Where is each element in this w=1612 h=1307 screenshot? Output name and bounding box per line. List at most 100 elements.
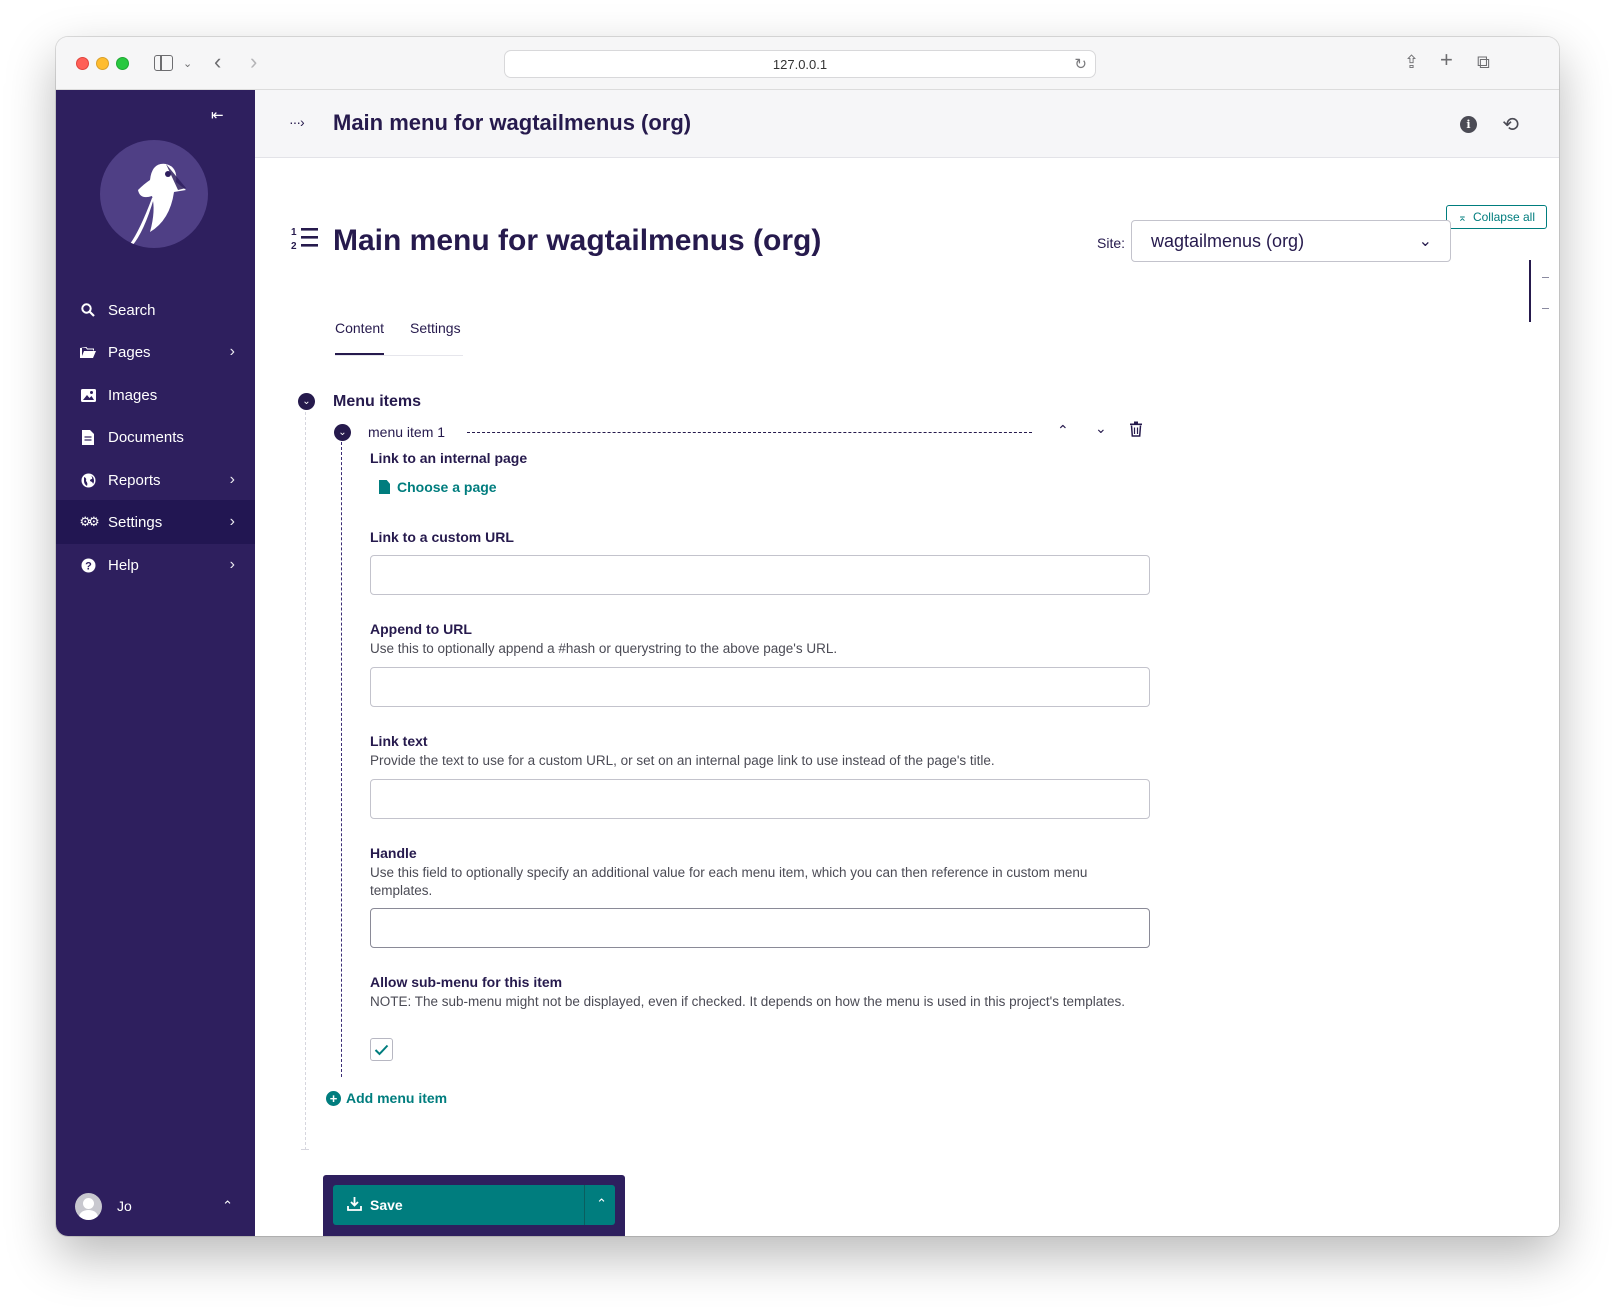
custom-url-input[interactable] (370, 555, 1150, 595)
sidebar-item-documents[interactable]: Documents (56, 415, 255, 459)
reload-icon[interactable]: ↻ (1074, 55, 1087, 73)
breadcrumb-toggle-icon[interactable]: ···› (289, 114, 305, 130)
chevron-right-icon: › (229, 343, 235, 360)
item-border (341, 442, 342, 1077)
link-text-help: Provide the text to use for a custom URL… (370, 753, 995, 768)
sidebar-item-label: Search (108, 301, 156, 319)
minimap-mark[interactable] (1542, 277, 1549, 278)
handle-input[interactable] (370, 908, 1150, 948)
chevron-right-icon: › (229, 513, 235, 530)
wagtail-logo[interactable] (100, 140, 208, 248)
header-bar: ···› Main menu for wagtailmenus (org) i … (255, 90, 1559, 158)
image-icon (78, 388, 98, 402)
zoom-window-button[interactable] (116, 57, 129, 70)
collapse-all-button[interactable]: ⌅ Collapse all (1445, 205, 1547, 229)
browser-sidebar-icon[interactable] (154, 55, 173, 71)
footer-actions: Save ⌃ (323, 1175, 625, 1236)
add-menu-item-button[interactable]: + Add menu item (326, 1090, 447, 1106)
globe-icon (78, 473, 98, 488)
link-text-label: Link text (370, 733, 428, 749)
share-icon[interactable]: ⇪ (1404, 52, 1419, 72)
history-icon[interactable]: ⟲ (1502, 112, 1519, 137)
cogs-icon: ⚙⚙ (79, 514, 99, 529)
browser-toolbar: ⌄ ‹ › 127.0.0.1 ↻ ⇪ + ⧉ (56, 37, 1559, 90)
sidebar-item-label: Settings (108, 513, 163, 531)
sidebar-item-help[interactable]: ? Help › (56, 543, 255, 587)
url-text: 127.0.0.1 (772, 56, 828, 72)
tab-overview-icon[interactable]: ⧉ (1477, 52, 1490, 72)
sidebar-item-pages[interactable]: Pages › (56, 330, 255, 374)
sidebar-item-label: Documents (108, 428, 184, 446)
back-icon[interactable]: ‹ (214, 51, 221, 73)
link-text-input[interactable] (370, 779, 1150, 819)
minimap-mark[interactable] (1542, 308, 1549, 309)
minimap-bar[interactable] (1529, 260, 1531, 322)
minimize-window-button[interactable] (96, 57, 109, 70)
collapse-up-icon: ⌅ (1457, 211, 1467, 224)
chevron-down-icon: ⌄ (1418, 233, 1432, 250)
account-menu[interactable]: Jo ⌃ (56, 1186, 255, 1226)
sidebar-item-label: Reports (108, 471, 161, 489)
handle-label: Handle (370, 845, 417, 861)
save-label: Save (370, 1197, 403, 1213)
user-name: Jo (117, 1198, 132, 1214)
allow-submenu-checkbox[interactable] (370, 1038, 393, 1061)
close-window-button[interactable] (76, 57, 89, 70)
svg-text:1: 1 (291, 227, 297, 238)
chevron-right-icon: › (229, 556, 235, 573)
section-end-divider (301, 1149, 309, 1150)
help-icon: ? (78, 558, 98, 573)
search-icon (78, 303, 98, 317)
sidebar-item-images[interactable]: Images (56, 373, 255, 417)
download-icon (347, 1196, 362, 1215)
svg-text:?: ? (85, 560, 92, 572)
allow-submenu-help: NOTE: The sub-menu might not be displaye… (370, 994, 1125, 1009)
document-icon (78, 429, 98, 445)
checkmark-icon (374, 1044, 389, 1055)
tab-content[interactable]: Content (335, 320, 385, 355)
custom-url-label: Link to a custom URL (370, 529, 514, 545)
append-url-label: Append to URL (370, 621, 472, 637)
main-content: ···› Main menu for wagtailmenus (org) i … (255, 90, 1559, 1236)
item-collapse-toggle[interactable]: ⌄ (334, 424, 351, 441)
tab-settings[interactable]: Settings (410, 320, 461, 355)
item-divider (467, 432, 1032, 433)
delete-icon[interactable] (1129, 421, 1143, 440)
folder-icon (78, 346, 98, 359)
section-divider (305, 412, 306, 1150)
site-select[interactable]: wagtailmenus (org) ⌄ (1131, 220, 1451, 262)
allow-submenu-label: Allow sub-menu for this item (370, 974, 563, 990)
save-button[interactable]: Save ⌃ (333, 1185, 615, 1225)
address-bar[interactable]: 127.0.0.1 ↻ (504, 50, 1096, 78)
site-select-value: wagtailmenus (org) (1151, 230, 1305, 251)
page-title: Main menu for wagtailmenus (org) (333, 224, 822, 257)
move-up-icon[interactable]: ⌃ (1057, 422, 1069, 439)
new-tab-icon[interactable]: + (1440, 49, 1453, 71)
avatar (75, 1192, 102, 1220)
collapse-sidebar-icon[interactable]: ⇤ (211, 106, 224, 124)
append-url-help: Use this to optionally append a #hash or… (370, 641, 838, 656)
sidebar-item-settings[interactable]: ⚙⚙ Settings › (56, 500, 255, 544)
site-label: Site: (1097, 235, 1126, 251)
sidebar-item-label: Help (108, 556, 139, 574)
add-menu-item-label: Add menu item (346, 1090, 448, 1106)
info-icon[interactable]: i (1460, 116, 1477, 133)
handle-help: Use this field to optionally specify an … (370, 865, 1088, 898)
section-collapse-toggle[interactable]: ⌄ (298, 393, 315, 410)
browser-window: ⌄ ‹ › 127.0.0.1 ↻ ⇪ + ⧉ ⇤ Search Pages ›… (56, 37, 1559, 1236)
move-down-icon[interactable]: ⌄ (1095, 420, 1107, 437)
svg-text:2: 2 (291, 241, 297, 251)
sidebar-item-label: Pages (108, 343, 151, 361)
choose-page-button[interactable]: Choose a page (379, 479, 497, 495)
collapse-all-label: Collapse all (1472, 210, 1535, 224)
more-actions-icon[interactable]: ⌃ (596, 1196, 607, 1212)
chevron-down-icon[interactable]: ⌄ (183, 54, 192, 74)
wagtail-bird-icon (130, 163, 186, 246)
menu-item-title: menu item 1 (368, 424, 446, 440)
forward-icon[interactable]: › (250, 51, 257, 73)
append-url-input[interactable] (370, 667, 1150, 707)
plus-circle-icon: + (326, 1090, 341, 1106)
sidebar: ⇤ Search Pages › Images Documents Report… (56, 90, 255, 1236)
sidebar-item-search[interactable]: Search (56, 288, 255, 332)
sidebar-item-reports[interactable]: Reports › (56, 458, 255, 502)
